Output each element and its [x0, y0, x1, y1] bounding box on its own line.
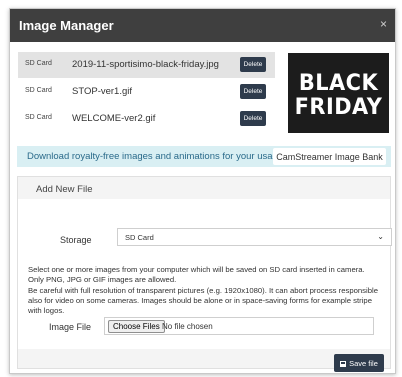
save-disk-icon	[340, 360, 347, 367]
choose-files-button[interactable]: Choose Files	[108, 320, 165, 333]
no-file-chosen-text: No file chosen	[162, 322, 213, 331]
preview-text-line-1: BLACK	[298, 71, 379, 96]
instruction-line: Select one or more images from your comp…	[28, 265, 365, 274]
file-name[interactable]: STOP-ver1.gif	[72, 86, 132, 97]
close-icon[interactable]: ×	[380, 17, 387, 31]
file-list: SD Card 2019-11-sportisimo-black-friday.…	[18, 52, 275, 133]
image-file-label: Image File	[49, 322, 92, 332]
image-bank-banner: Download royalty-free images and animati…	[17, 146, 391, 167]
instruction-line: Be careful with full resolution of trans…	[28, 285, 378, 295]
delete-button[interactable]: Delete	[240, 57, 266, 72]
chevron-down-icon: ⌄	[377, 232, 384, 241]
image-bank-button[interactable]: CamStreamer Image Bank	[273, 148, 386, 165]
file-name[interactable]: WELCOME-ver2.gif	[72, 113, 155, 124]
image-preview: BLACK FRIDAY	[288, 53, 389, 133]
save-file-button[interactable]: Save file	[334, 354, 384, 372]
delete-button[interactable]: Delete	[240, 111, 266, 126]
upload-instructions: Select one or more images from your comp…	[28, 265, 388, 316]
save-button-label: Save file	[349, 358, 378, 368]
image-file-input[interactable]: Choose Files No file chosen	[104, 317, 374, 335]
add-file-panel: Add New File Storage SD Card ⌄ Select on…	[17, 176, 392, 369]
file-row[interactable]: SD Card 2019-11-sportisimo-black-friday.…	[18, 52, 275, 78]
dialog-header: Image Manager ×	[10, 9, 395, 42]
instruction-line: Only PNG, JPG or GIF images are allowed.	[28, 275, 177, 285]
file-location: SD Card	[25, 114, 52, 121]
panel-title: Add New File	[36, 184, 93, 195]
banner-text: Download royalty-free images and animati…	[27, 151, 286, 162]
delete-button[interactable]: Delete	[240, 84, 266, 99]
preview-text-line-2: FRIDAY	[294, 95, 383, 120]
storage-select[interactable]: SD Card ⌄	[117, 228, 392, 246]
storage-label: Storage	[60, 235, 92, 245]
storage-value: SD Card	[125, 233, 154, 242]
file-location: SD Card	[25, 87, 52, 94]
dialog-title: Image Manager	[19, 18, 114, 33]
file-row[interactable]: SD Card WELCOME-ver2.gif Delete	[18, 106, 275, 132]
panel-header: Add New File	[18, 177, 390, 195]
file-row[interactable]: SD Card STOP-ver1.gif Delete	[18, 79, 275, 105]
file-name[interactable]: 2019-11-sportisimo-black-friday.jpg	[72, 59, 219, 70]
file-location: SD Card	[25, 60, 52, 67]
instruction-line: with logos.	[28, 306, 65, 316]
instruction-line: also for video on some cameras. Images s…	[28, 295, 372, 305]
